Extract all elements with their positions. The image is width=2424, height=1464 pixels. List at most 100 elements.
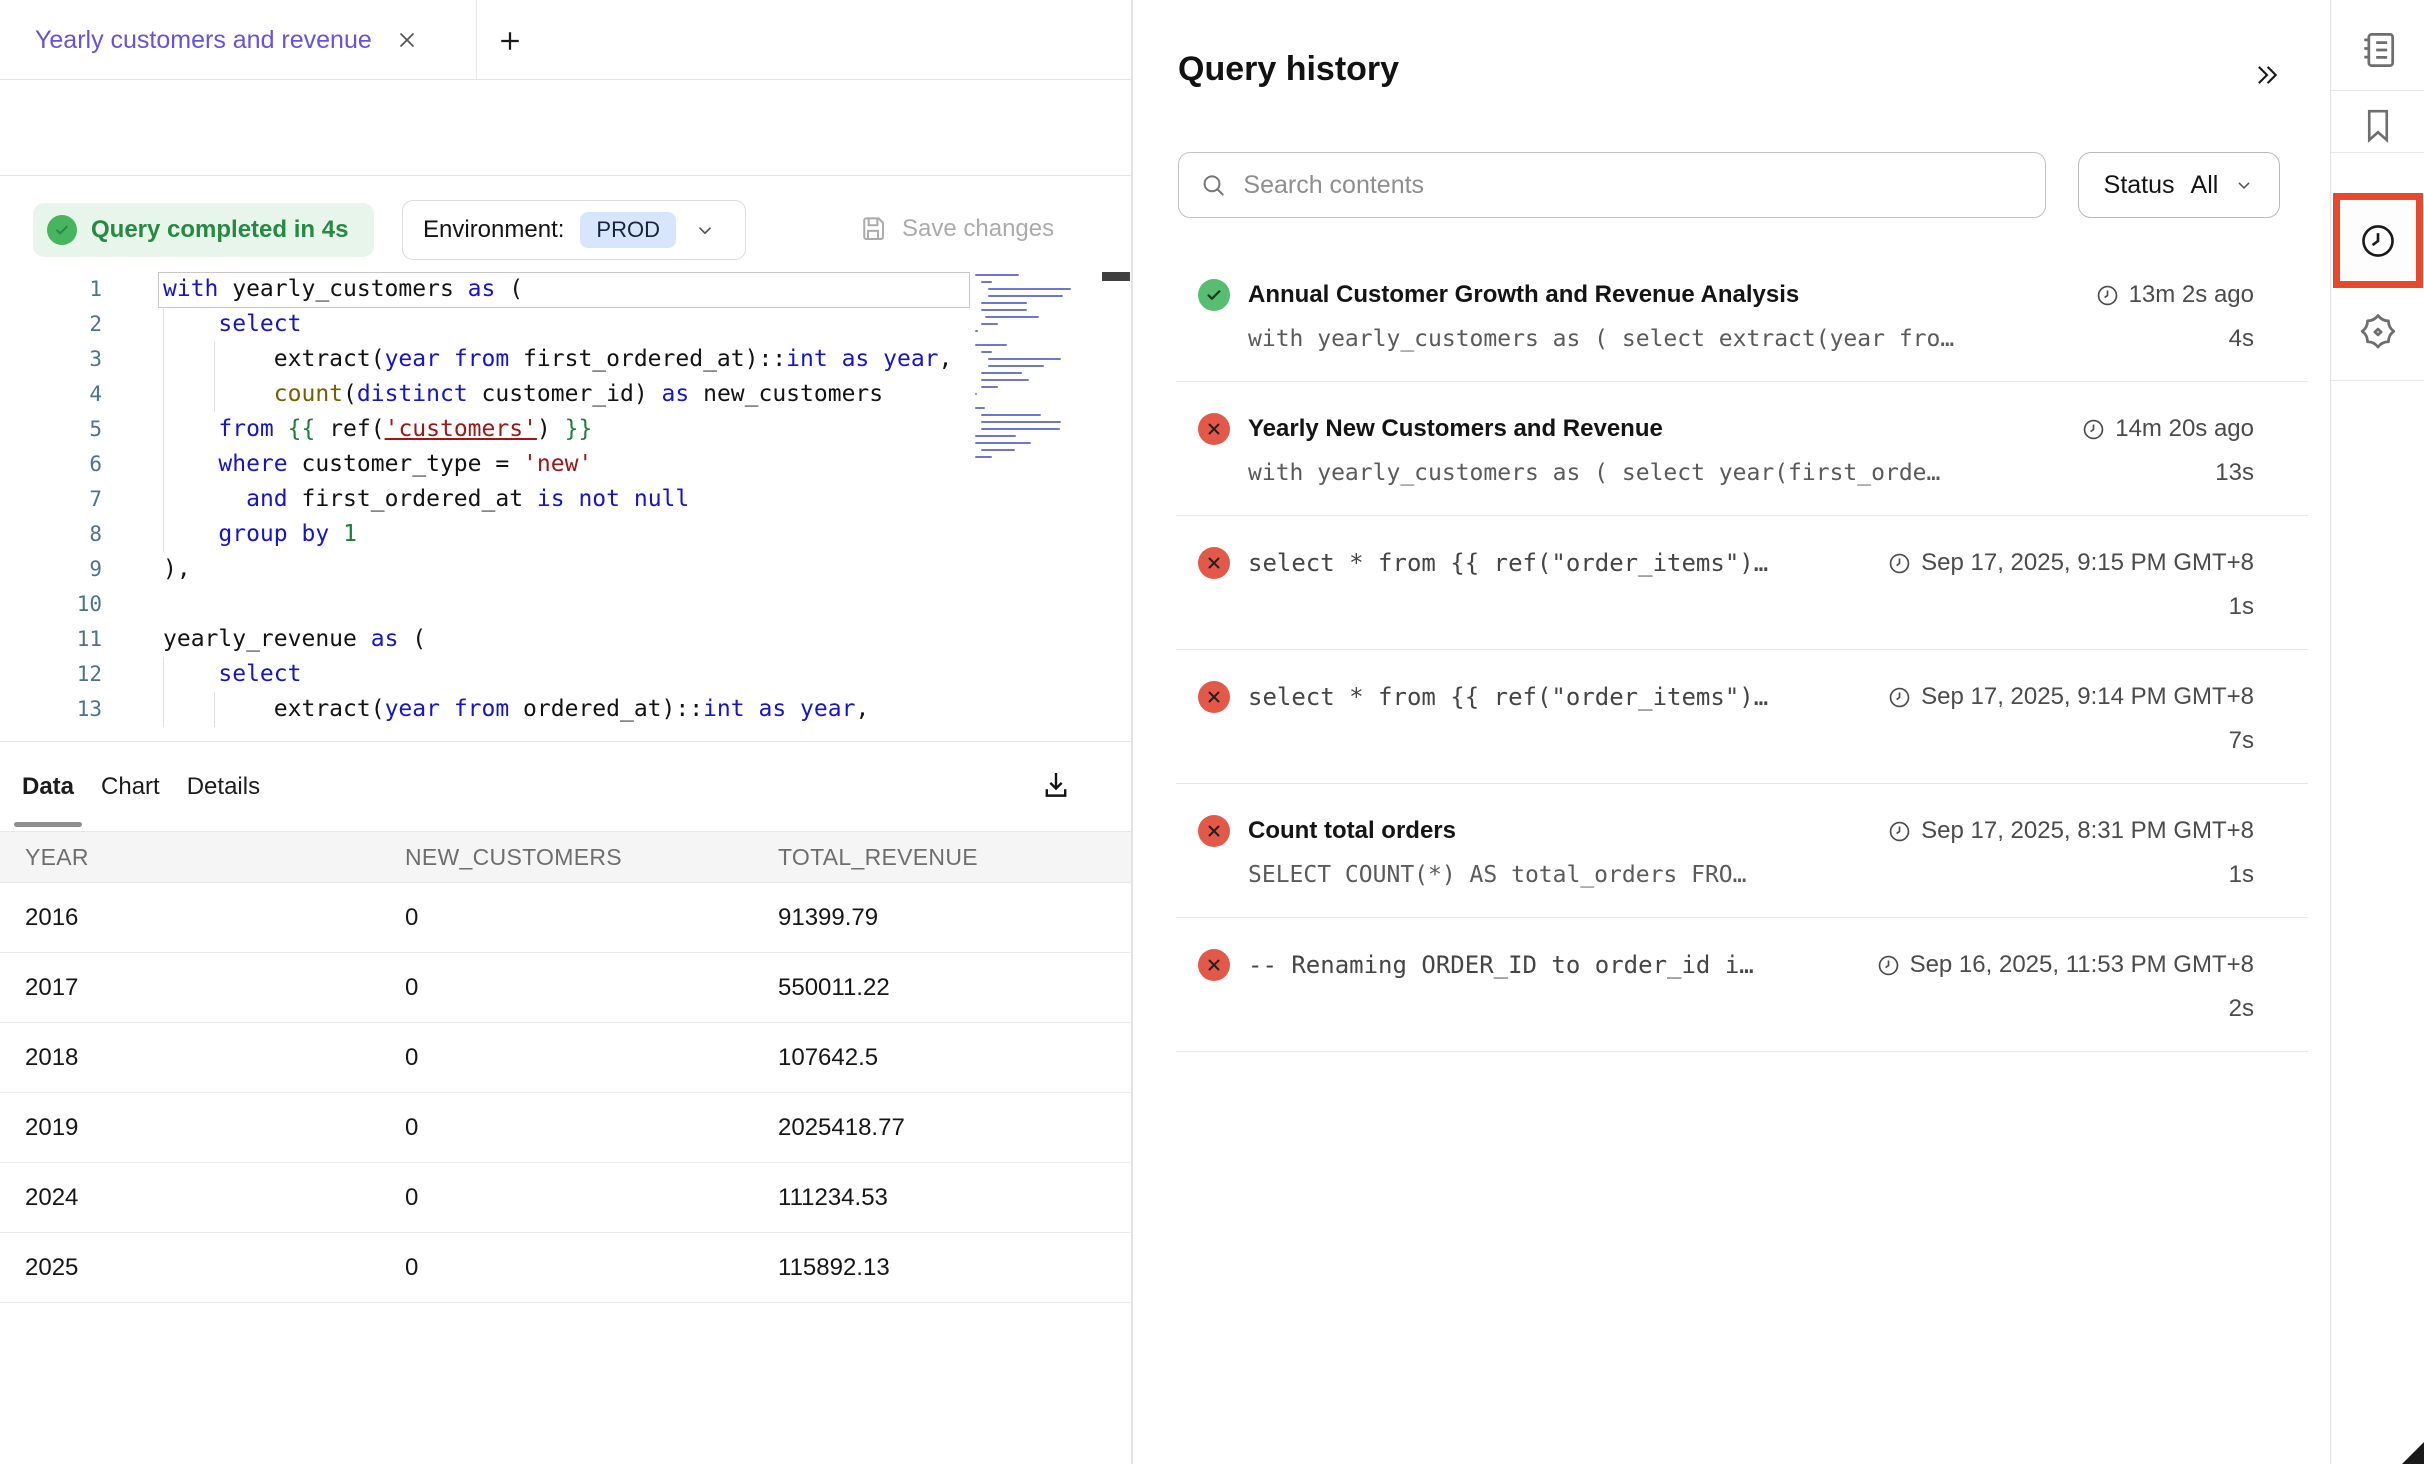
code-line: from {{ ref('customers') }} [163, 412, 952, 447]
minimap-line [988, 365, 1044, 367]
table-cell: 2018 [0, 1044, 380, 1072]
history-item[interactable]: -- Renaming ORDER_ID to order_id i…Sep 1… [1176, 918, 2308, 1052]
results-section: Data Chart Details YEARNEW_CUSTOMERSTOTAL_… [0, 741, 1131, 1303]
error-x-icon [1198, 815, 1230, 847]
history-item[interactable]: select * from {{ ref("order_items")…Sep … [1176, 650, 2308, 784]
dbt-icon[interactable] [2354, 308, 2402, 356]
close-tab-icon[interactable] [390, 23, 424, 57]
history-item-timestamp: Sep 16, 2025, 11:53 PM GMT+8 [1876, 951, 2254, 979]
table-cell: 2025 [0, 1254, 380, 1282]
status-filter-label: Status [2104, 171, 2175, 200]
resize-handle[interactable] [2402, 1442, 2424, 1464]
environment-label: Environment: [423, 216, 564, 244]
tab-yearly-customers-and-revenue[interactable]: Yearly customers and revenue [0, 0, 476, 80]
table-cell: 0 [380, 1184, 760, 1212]
search-icon [1199, 170, 1227, 200]
query-status-pill: Query completed in 4s [33, 203, 374, 257]
history-item-snippet: with yearly_customers as ( select extrac… [1248, 326, 1954, 352]
search-input[interactable] [1243, 171, 2025, 200]
history-item-timestamp: 14m 20s ago [2081, 415, 2254, 443]
app-root: Yearly customers and revenue BL Your sav… [0, 0, 2424, 1464]
history-item-duration: 4s [2229, 325, 2254, 353]
error-x-icon [1198, 681, 1230, 713]
success-check-icon [47, 215, 77, 245]
results-tab-chart[interactable]: Chart [101, 747, 160, 827]
table-cell: 2024 [0, 1184, 380, 1212]
table-cell: 2025418.77 [760, 1114, 1131, 1142]
line-number: 5 [0, 412, 102, 447]
minimap-line [975, 456, 992, 458]
code-line: extract(year from first_ordered_at)::int… [163, 342, 952, 377]
line-number: 6 [0, 447, 102, 482]
download-icon[interactable] [1036, 766, 1076, 806]
history-item[interactable]: Count total ordersSep 17, 2025, 8:31 PM … [1176, 784, 2308, 918]
minimap-line [975, 407, 985, 409]
line-number: 3 [0, 342, 102, 377]
editor-scrollbar-thumb[interactable] [1102, 272, 1130, 281]
table-row: 2016091399.79 [0, 883, 1131, 953]
minimap-line [975, 393, 977, 395]
active-icon-highlight [2333, 193, 2423, 288]
indent-guide [163, 307, 164, 552]
minimap-line [981, 428, 1059, 430]
line-number: 13 [0, 692, 102, 727]
query-history-list: Annual Customer Growth and Revenue Analy… [1176, 248, 2308, 1052]
indent-guide [214, 342, 215, 412]
minimap-line [975, 330, 978, 332]
minimap-line [981, 379, 1029, 381]
minimap-line [981, 309, 1027, 311]
minimap-line [975, 435, 1016, 437]
history-item[interactable]: Yearly New Customers and Revenue14m 20s … [1176, 382, 2308, 516]
history-item[interactable]: Annual Customer Growth and Revenue Analy… [1176, 248, 2308, 382]
history-item-duration: 2s [2229, 995, 2254, 1023]
rail-divider [2331, 152, 2424, 153]
results-tab-details[interactable]: Details [187, 747, 260, 827]
editor-minimap[interactable] [975, 274, 1100, 463]
code-line: count(distinct customer_id) as new_custo… [163, 377, 952, 412]
table-row: 20240111234.53 [0, 1163, 1131, 1233]
editor-gutter: 12345678910111213 [0, 272, 102, 727]
rail-divider [2331, 380, 2424, 381]
line-number: 11 [0, 622, 102, 657]
minimap-line [981, 449, 1015, 451]
minimap-line [981, 302, 1027, 304]
status-filter-dropdown[interactable]: Status All [2078, 152, 2280, 218]
code-line: ), [163, 552, 952, 587]
chevron-down-icon [694, 219, 716, 241]
search-box[interactable] [1178, 152, 2046, 218]
collapse-panel-icon[interactable] [2245, 56, 2289, 96]
table-cell: 0 [380, 1254, 760, 1282]
chevron-down-icon [2234, 175, 2254, 195]
minimap-line [981, 281, 991, 283]
query-history-clock-icon[interactable] [2354, 217, 2402, 265]
line-number: 10 [0, 587, 102, 622]
environment-dropdown[interactable]: Environment: PROD [402, 200, 746, 260]
clock-icon [2095, 283, 2120, 308]
table-cell: 0 [380, 904, 760, 932]
environment-value-chip: PROD [580, 212, 676, 248]
results-tab-data[interactable]: Data [22, 747, 74, 827]
line-number: 2 [0, 307, 102, 342]
history-item[interactable]: select * from {{ ref("order_items")…Sep … [1176, 516, 2308, 650]
history-item-timestamp: Sep 17, 2025, 9:15 PM GMT+8 [1887, 549, 2254, 577]
minimap-line [981, 386, 998, 388]
error-x-icon [1198, 547, 1230, 579]
new-tab-button[interactable] [490, 22, 530, 60]
save-changes-button[interactable]: Save changes [858, 204, 1054, 254]
line-number: 8 [0, 517, 102, 552]
history-item-duration: 1s [2229, 861, 2254, 889]
editor-code[interactable]: with yearly_customers as ( select extrac… [163, 272, 952, 727]
query-history-panel: Query history Status All Annual Customer… [1133, 0, 2330, 1464]
history-item-timestamp: Sep 17, 2025, 8:31 PM GMT+8 [1887, 817, 2254, 845]
minimap-line [975, 442, 1031, 444]
minimap-line [981, 323, 998, 325]
table-cell: 2017 [0, 974, 380, 1002]
table-cell: 0 [380, 1114, 760, 1142]
clock-icon [1887, 551, 1912, 576]
code-line: where customer_type = 'new' [163, 447, 952, 482]
bookmark-icon[interactable] [2354, 102, 2402, 150]
query-history-title: Query history [1178, 50, 1399, 89]
notebook-icon[interactable] [2354, 26, 2402, 74]
sql-editor[interactable]: 12345678910111213 with yearly_customers … [0, 268, 1131, 741]
results-table: YEARNEW_CUSTOMERSTOTAL_REVENUE 201609139… [0, 831, 1131, 1303]
